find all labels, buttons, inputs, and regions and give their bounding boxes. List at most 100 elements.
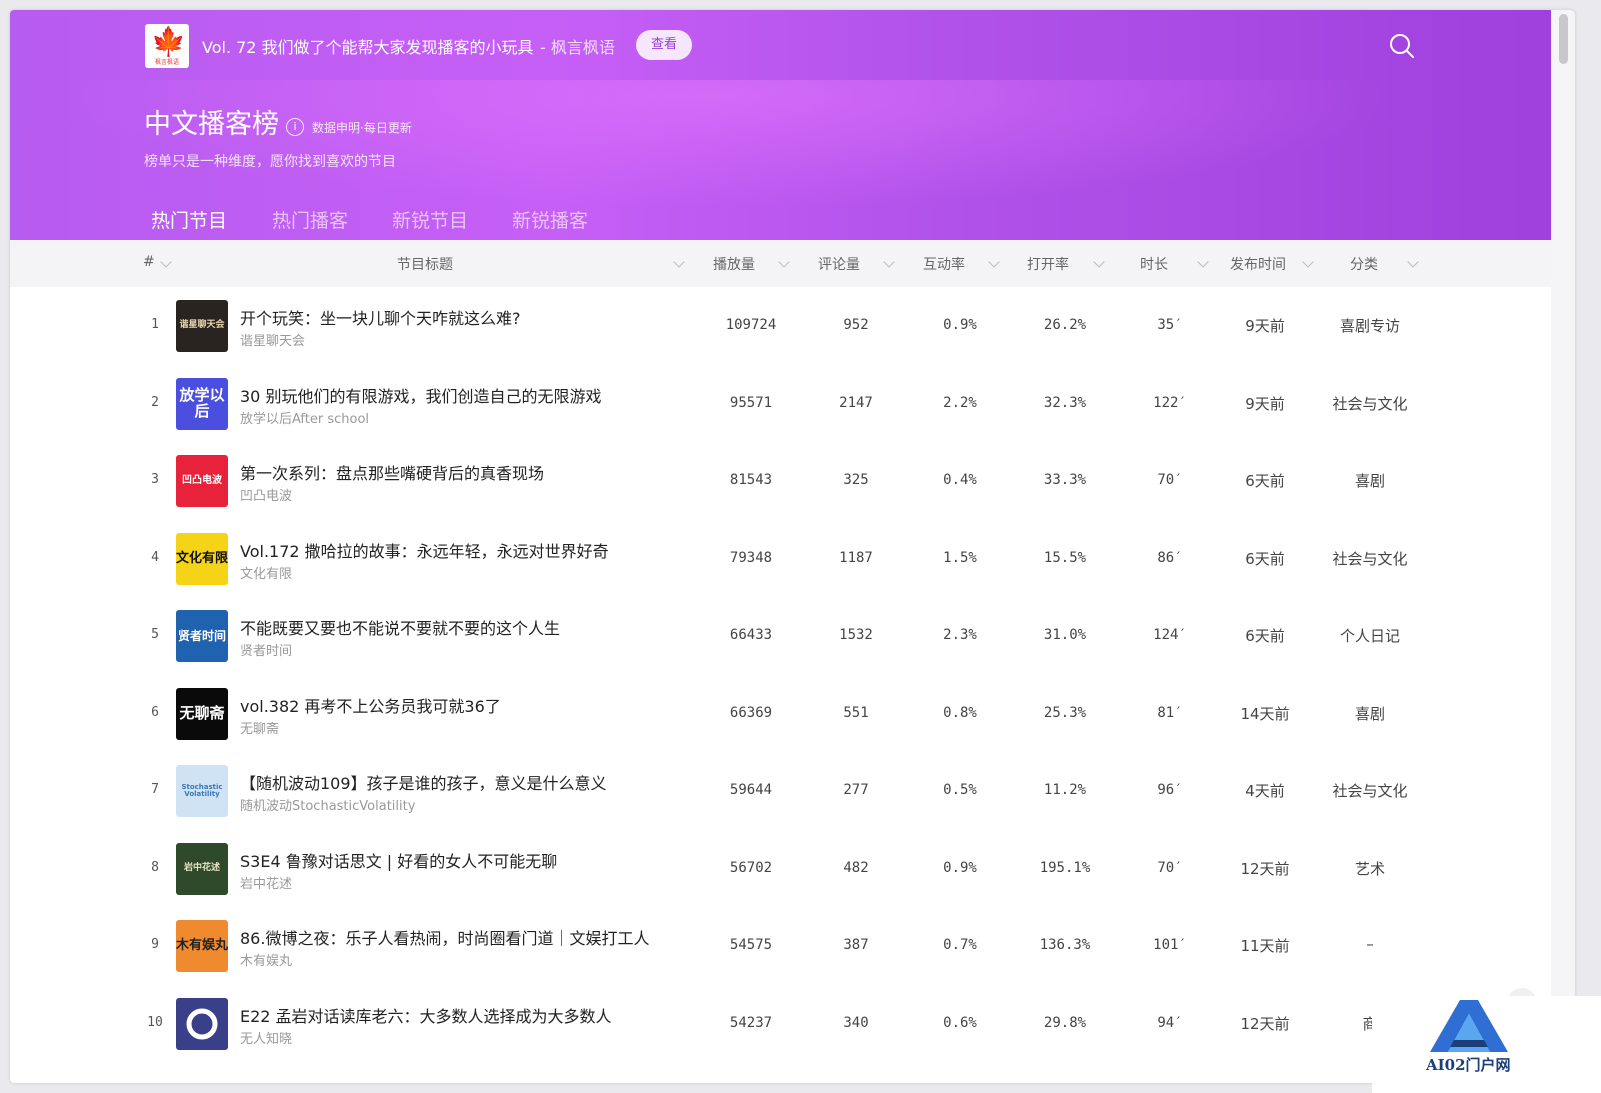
podcast-cover[interactable]: Stochastic Volatility <box>176 765 228 817</box>
info-icon[interactable]: i <box>286 118 304 136</box>
episode-title[interactable]: 86.微博之夜：乐子人看热闹，时尚圈看门道｜文娱打工人 <box>240 925 649 949</box>
podcast-name[interactable]: 谐星聊天会 <box>240 330 305 349</box>
tab-hot-episodes[interactable]: 热门节目 <box>151 206 227 233</box>
rank-cell: 10 <box>147 1014 163 1030</box>
table-row[interactable]: 8 岩中花述 S3E4 鲁豫对话思文 | 好看的女人不可能无聊 岩中花述 56702 48… <box>10 830 1551 908</box>
chevron-down-icon[interactable] <box>988 256 1000 268</box>
category-cell[interactable]: 社会与文化 <box>1315 393 1425 414</box>
tab-new-podcasts[interactable]: 新锐播客 <box>512 206 588 233</box>
open-rate-cell: 15.5% <box>1043 549 1087 566</box>
chevron-down-icon[interactable] <box>778 256 790 268</box>
table-row[interactable]: 2 放学以后 30 别玩他们的有限游戏，我们创造自己的无限游戏 放学以后After s… <box>10 365 1551 443</box>
chevron-down-icon[interactable] <box>883 256 895 268</box>
engagement-cell: 0.5% <box>943 782 977 798</box>
column-header-engagement[interactable]: 互动率 <box>923 254 965 274</box>
category-cell[interactable]: 社会与文化 <box>1315 548 1425 569</box>
category-cell[interactable]: 个人日记 <box>1315 625 1425 646</box>
plays-cell: 109724 <box>725 317 777 333</box>
plays-cell: 54575 <box>729 937 773 953</box>
episode-title[interactable]: S3E4 鲁豫对话思文 | 好看的女人不可能无聊 <box>240 848 557 872</box>
table-row[interactable]: 10 E22 孟岩对话读库老六：大多数人选择成为大多数人 无人知晓 54237 340 0… <box>10 985 1551 1063</box>
podcast-cover[interactable]: 凹凸电波 <box>176 455 228 507</box>
scrollbar[interactable] <box>1551 10 1575 1083</box>
comments-cell: 325 <box>843 472 869 488</box>
podcast-cover[interactable]: 贤者时间 <box>176 610 228 662</box>
chevron-down-icon[interactable] <box>1197 256 1209 268</box>
category-cell[interactable]: 喜剧 <box>1315 470 1425 491</box>
table-row[interactable]: 1 谐星聊天会 开个玩笑：坐一块儿聊个天咋就这么难? 谐星聊天会 109724 952 0.… <box>10 287 1551 365</box>
table-row[interactable]: 3 凹凸电波 第一次系列：盘点那些嘴硬背后的真香现场 凹凸电波 81543 325 0.4%… <box>10 442 1551 520</box>
table-row[interactable]: 4 文化有限 Vol.172 撒哈拉的故事：永远年轻，永远对世界好奇 文化有限 7934… <box>10 520 1551 598</box>
open-rate-cell: 136.3% <box>1039 937 1091 953</box>
tab-hot-podcasts[interactable]: 热门播客 <box>272 206 348 233</box>
column-header-open-rate[interactable]: 打开率 <box>1027 254 1069 274</box>
chevron-down-icon[interactable] <box>160 256 172 268</box>
episode-title[interactable]: 开个玩笑：坐一块儿聊个天咋就这么难? <box>240 305 521 329</box>
table-row[interactable]: 7 Stochastic Volatility 【随机波动109】孩子是谁的孩子，意… <box>10 752 1551 830</box>
column-header-published[interactable]: 发布时间 <box>1230 254 1286 274</box>
open-rate-cell: 33.3% <box>1043 472 1087 488</box>
podcast-name[interactable]: 文化有限 <box>240 563 292 582</box>
category-cell[interactable]: – <box>1315 935 1425 953</box>
podcast-name[interactable]: 凹凸电波 <box>240 485 292 504</box>
search-icon[interactable] <box>1388 32 1416 60</box>
chevron-down-icon[interactable] <box>1302 256 1314 268</box>
published-cell: 6天前 <box>1245 627 1285 645</box>
episode-title[interactable]: Vol.172 撒哈拉的故事：永远年轻，永远对世界好奇 <box>240 538 609 562</box>
table-row[interactable]: 5 贤者时间 不能既要又要也不能说不要就不要的这个人生 贤者时间 66433 1532 2.… <box>10 597 1551 675</box>
podcast-cover[interactable]: 岩中花述 <box>176 842 228 895</box>
episode-title[interactable]: E22 孟岩对话读库老六：大多数人选择成为大多数人 <box>240 1003 612 1027</box>
scrollbar-thumb[interactable] <box>1559 14 1568 64</box>
episode-title[interactable]: 30 别玩他们的有限游戏，我们创造自己的无限游戏 <box>240 383 601 407</box>
podcast-name[interactable]: 无聊斋 <box>240 718 279 737</box>
tab-new-episodes[interactable]: 新锐节目 <box>392 206 468 233</box>
page-subtitle: 榜单只是一种维度，愿你找到喜欢的节目 <box>144 154 396 170</box>
rank-cell: 4 <box>151 549 159 565</box>
podcast-cover[interactable]: 放学以后 <box>176 377 228 430</box>
category-cell[interactable]: 喜剧专访 <box>1315 315 1425 336</box>
column-header-title[interactable]: 节目标题 <box>397 254 453 274</box>
table-row[interactable]: 9 木有娱丸 86.微博之夜：乐子人看热闹，时尚圈看门道｜文娱打工人 木有娱丸 5457… <box>10 907 1551 985</box>
podcast-cover[interactable]: 谐星聊天会 <box>176 300 228 352</box>
chevron-down-icon[interactable] <box>1093 256 1105 268</box>
podcast-cover[interactable] <box>176 997 228 1050</box>
table-row[interactable]: 6 无聊斋 vol.382 再考不上公务员我可就36了 无聊斋 66369 551 0.8%… <box>10 675 1551 753</box>
column-header-duration[interactable]: 时长 <box>1140 254 1168 274</box>
podcast-name[interactable]: 贤者时间 <box>240 640 292 659</box>
chevron-down-icon[interactable] <box>673 256 685 268</box>
published-cell: 6天前 <box>1245 472 1285 490</box>
category-cell[interactable]: 喜剧 <box>1315 703 1425 724</box>
chevron-down-icon[interactable] <box>1407 256 1419 268</box>
view-button[interactable]: 查看 <box>636 30 692 60</box>
now-playing-title[interactable]: Vol. 72 我们做了个能帮大家发现播客的小玩具 <box>202 34 534 58</box>
header-banner: 🍁 枫言枫语 Vol. 72 我们做了个能帮大家发现播客的小玩具 - 枫言枫语 … <box>10 10 1575 240</box>
podcast-name[interactable]: 无人知晓 <box>240 1028 292 1047</box>
column-header-category[interactable]: 分类 <box>1350 254 1378 274</box>
column-header-plays[interactable]: 播放量 <box>713 254 755 274</box>
episode-title[interactable]: vol.382 再考不上公务员我可就36了 <box>240 693 501 717</box>
column-header-comments[interactable]: 评论量 <box>818 254 860 274</box>
podcast-cover[interactable]: 无聊斋 <box>176 687 228 740</box>
podcast-cover[interactable]: 木有娱丸 <box>176 920 228 972</box>
podcast-name[interactable]: 木有娱丸 <box>240 950 292 969</box>
plays-cell: 66433 <box>729 627 773 643</box>
watermark: AI02门户网 <box>1372 996 1601 1093</box>
podcast-name[interactable]: 随机波动StochasticVolatility <box>240 795 415 814</box>
rank-cell: 8 <box>151 859 159 875</box>
watermark-logo <box>1430 1000 1508 1052</box>
podcast-name[interactable]: 岩中花述 <box>240 873 292 892</box>
engagement-cell: 0.9% <box>943 317 977 333</box>
episode-title[interactable]: 【随机波动109】孩子是谁的孩子，意义是什么意义 <box>240 770 607 794</box>
category-cell[interactable]: 社会与文化 <box>1315 780 1425 801</box>
episode-title[interactable]: 第一次系列：盘点那些嘴硬背后的真香现场 <box>240 460 544 484</box>
podcast-cover[interactable]: 文化有限 <box>176 532 228 585</box>
category-cell[interactable]: 艺术 <box>1315 858 1425 879</box>
published-cell: 12天前 <box>1240 859 1290 878</box>
duration-cell: 86′ <box>1157 549 1183 566</box>
data-notice-link[interactable]: 数据申明·每日更新 <box>312 119 412 136</box>
podcast-name[interactable]: 放学以后After school <box>240 408 369 427</box>
podcast-logo[interactable]: 🍁 枫言枫语 <box>145 24 189 68</box>
plays-cell: 54237 <box>729 1014 773 1031</box>
column-header-rank[interactable]: # <box>143 254 155 270</box>
episode-title[interactable]: 不能既要又要也不能说不要就不要的这个人生 <box>240 615 560 639</box>
